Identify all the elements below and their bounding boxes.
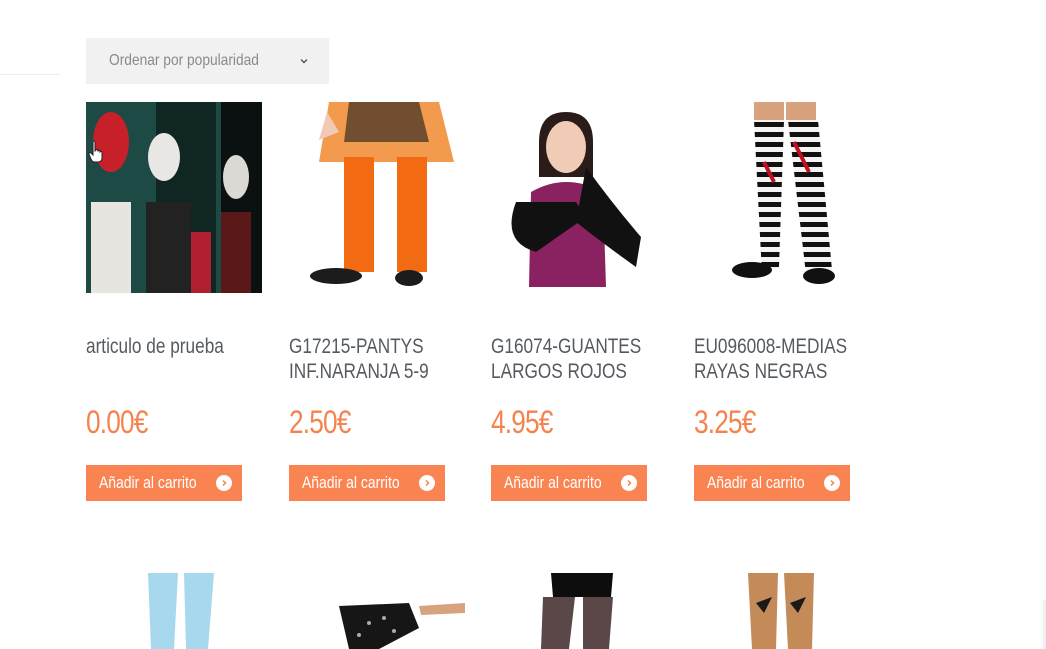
chevron-down-icon [300, 59, 308, 64]
product-title[interactable]: articulo de prueba [86, 334, 258, 359]
add-to-cart-label: Añadir al carrito [302, 473, 400, 492]
product-price: 4.95€ [491, 404, 553, 440]
chevron-right-icon [621, 475, 637, 491]
product-image-art [511, 112, 641, 287]
hand-cursor-icon [88, 140, 103, 163]
sort-select-label: Ordenar por popularidad [109, 52, 259, 69]
chevron-right-icon [824, 475, 840, 491]
product-image[interactable] [491, 573, 667, 649]
product-price: 2.50€ [289, 404, 351, 440]
product-price: 3.25€ [694, 404, 756, 440]
edge-shadow [1040, 600, 1046, 649]
product-image-art [541, 573, 613, 649]
add-to-cart-label: Añadir al carrito [707, 473, 805, 492]
product-image[interactable] [491, 102, 667, 293]
add-to-cart-button[interactable]: Añadir al carrito [289, 465, 445, 501]
product-price: 0.00€ [86, 404, 148, 440]
product-image-art [748, 573, 814, 649]
add-to-cart-button[interactable]: Añadir al carrito [86, 465, 242, 501]
product-image[interactable] [289, 102, 465, 293]
product-title[interactable]: G16074-GUANTES LARGOS ROJOS [491, 334, 663, 384]
product-image-art [310, 102, 454, 286]
product-image[interactable] [694, 573, 870, 649]
product-image[interactable] [694, 102, 870, 293]
chevron-right-icon [216, 475, 232, 491]
add-to-cart-label: Añadir al carrito [99, 473, 197, 492]
product-title[interactable]: G17215-PANTYS INF.NARANJA 5-9 [289, 334, 461, 384]
add-to-cart-label: Añadir al carrito [504, 473, 602, 492]
add-to-cart-button[interactable]: Añadir al carrito [694, 465, 850, 501]
sidebar-divider [0, 74, 60, 75]
product-image-art [86, 102, 262, 293]
product-image[interactable] [86, 573, 262, 649]
product-image[interactable] [289, 573, 465, 649]
product-image-art [732, 102, 835, 284]
product-title[interactable]: EU096008-MEDIAS RAYAS NEGRAS [694, 334, 866, 384]
chevron-right-icon [419, 475, 435, 491]
product-image-art [148, 573, 214, 649]
sort-select[interactable]: Ordenar por popularidad [86, 38, 329, 84]
product-image-art [339, 603, 465, 649]
add-to-cart-button[interactable]: Añadir al carrito [491, 465, 647, 501]
product-image[interactable] [86, 102, 262, 293]
